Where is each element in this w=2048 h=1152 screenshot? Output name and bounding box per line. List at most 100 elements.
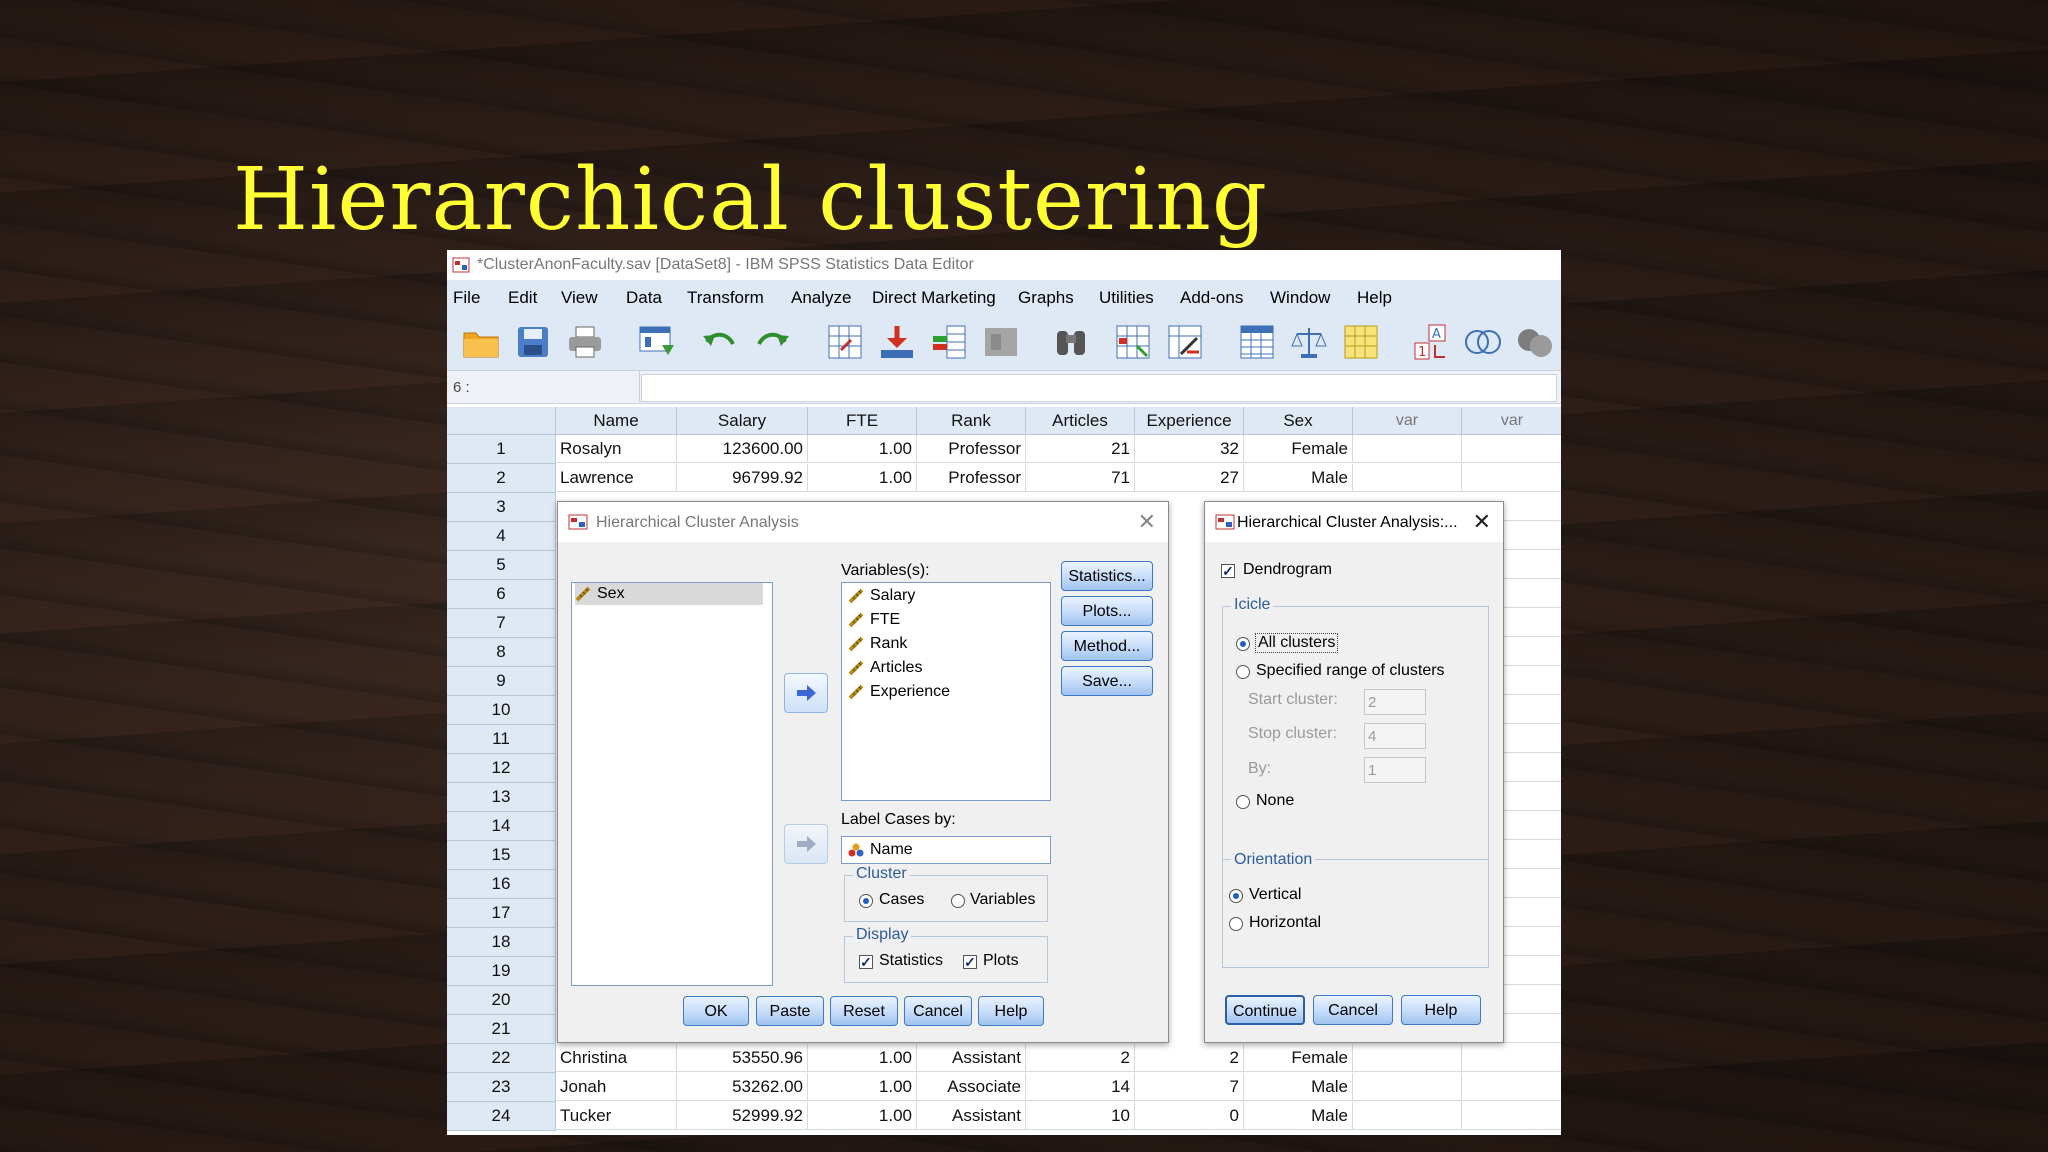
- table-cell[interactable]: 1.00: [808, 1102, 917, 1130]
- table-cell[interactable]: [1353, 464, 1462, 492]
- source-variable-list[interactable]: Sex: [571, 582, 773, 986]
- menu-view[interactable]: View: [561, 288, 598, 308]
- radio-all-clusters[interactable]: [1236, 637, 1250, 651]
- table-cell[interactable]: 32: [1135, 435, 1244, 463]
- column-header-name[interactable]: Name: [556, 407, 677, 435]
- list-item[interactable]: Name: [848, 839, 913, 861]
- table-cell[interactable]: 14: [1026, 1073, 1135, 1101]
- table-cell[interactable]: 1.00: [808, 1073, 917, 1101]
- table-cell[interactable]: 1.00: [808, 1044, 917, 1072]
- row-number[interactable]: 2: [447, 464, 556, 493]
- table-cell[interactable]: [1353, 1073, 1462, 1101]
- table-cell[interactable]: Female: [1244, 435, 1353, 463]
- row-number[interactable]: 5: [447, 551, 556, 580]
- row-number[interactable]: 6: [447, 580, 556, 609]
- undo-icon[interactable]: [699, 322, 739, 362]
- continue-button[interactable]: Continue: [1225, 995, 1305, 1025]
- find-icon[interactable]: [1051, 322, 1091, 362]
- column-header-salary[interactable]: Salary: [677, 407, 808, 435]
- row-number[interactable]: 18: [447, 928, 556, 957]
- table-cell[interactable]: [1462, 1073, 1561, 1101]
- table-cell[interactable]: Professor: [917, 464, 1026, 492]
- table-cell[interactable]: Associate: [917, 1073, 1026, 1101]
- cancel-button[interactable]: Cancel: [904, 996, 972, 1026]
- checkbox-plots[interactable]: ✓: [963, 955, 977, 969]
- table-cell[interactable]: [1353, 1044, 1462, 1072]
- row-number[interactable]: 23: [447, 1073, 556, 1102]
- cell-reference-box[interactable]: [447, 371, 640, 402]
- close-icon[interactable]: ✕: [1473, 509, 1491, 535]
- table-cell[interactable]: 7: [1135, 1073, 1244, 1101]
- table-cell[interactable]: Lawrence: [556, 464, 677, 492]
- table-cell[interactable]: 21: [1026, 435, 1135, 463]
- radio-specified-range[interactable]: [1236, 665, 1250, 679]
- table-cell[interactable]: [1353, 1102, 1462, 1130]
- column-header-experience[interactable]: Experience: [1135, 407, 1244, 435]
- table-cell[interactable]: [1462, 1102, 1561, 1130]
- reset-button[interactable]: Reset: [830, 996, 898, 1026]
- row-number[interactable]: 15: [447, 841, 556, 870]
- menu-add-ons[interactable]: Add-ons: [1180, 288, 1243, 308]
- by-input[interactable]: 1: [1364, 757, 1426, 783]
- column-header-var[interactable]: var: [1353, 407, 1462, 435]
- table-cell[interactable]: 123600.00: [677, 435, 808, 463]
- table-cell[interactable]: 53550.96: [677, 1044, 808, 1072]
- row-number[interactable]: 10: [447, 696, 556, 725]
- close-icon[interactable]: ✕: [1138, 509, 1156, 535]
- table-cell[interactable]: Rosalyn: [556, 435, 677, 463]
- table-cell[interactable]: 53262.00: [677, 1073, 808, 1101]
- cancel-button[interactable]: Cancel: [1313, 995, 1393, 1025]
- table-cell[interactable]: [1462, 464, 1561, 492]
- ok-button[interactable]: OK: [683, 996, 749, 1026]
- help-button[interactable]: Help: [1401, 995, 1481, 1025]
- table-cell[interactable]: Assistant: [917, 1044, 1026, 1072]
- plots-button[interactable]: Plots...: [1061, 596, 1153, 626]
- label-cases-field[interactable]: Name: [841, 836, 1051, 864]
- table-cell[interactable]: Christina: [556, 1044, 677, 1072]
- column-header-rank[interactable]: Rank: [917, 407, 1026, 435]
- radio-variables[interactable]: [951, 894, 965, 908]
- table-cell[interactable]: Female: [1244, 1044, 1353, 1072]
- row-number[interactable]: 12: [447, 754, 556, 783]
- table-cell[interactable]: 71: [1026, 464, 1135, 492]
- row-number[interactable]: 9: [447, 667, 556, 696]
- method-button[interactable]: Method...: [1061, 631, 1153, 661]
- paste-button[interactable]: Paste: [756, 996, 824, 1026]
- table-cell[interactable]: Male: [1244, 1073, 1353, 1101]
- show-all-icon[interactable]: [1515, 322, 1555, 362]
- save-button[interactable]: Save...: [1061, 666, 1153, 696]
- column-header-articles[interactable]: Articles: [1026, 407, 1135, 435]
- print-icon[interactable]: [565, 322, 605, 362]
- menu-file[interactable]: File: [453, 288, 480, 308]
- table-cell[interactable]: 10: [1026, 1102, 1135, 1130]
- list-item[interactable]: Salary: [848, 585, 915, 607]
- radio-vertical[interactable]: [1229, 889, 1243, 903]
- variables-icon[interactable]: [929, 322, 969, 362]
- goto-case-icon[interactable]: [825, 322, 865, 362]
- row-number[interactable]: 3: [447, 493, 556, 522]
- menu-edit[interactable]: Edit: [508, 288, 537, 308]
- help-button[interactable]: Help: [978, 996, 1044, 1026]
- table-cell[interactable]: Professor: [917, 435, 1026, 463]
- use-sets-icon[interactable]: [1463, 322, 1503, 362]
- statistics-button[interactable]: Statistics...: [1061, 561, 1153, 591]
- menu-help[interactable]: Help: [1357, 288, 1392, 308]
- column-header-fte[interactable]: FTE: [808, 407, 917, 435]
- table-cell[interactable]: Male: [1244, 1102, 1353, 1130]
- run-script-icon[interactable]: [981, 322, 1021, 362]
- dialog-recall-icon[interactable]: [637, 322, 677, 362]
- radio-none[interactable]: [1236, 795, 1250, 809]
- list-item[interactable]: Articles: [848, 657, 922, 679]
- table-cell[interactable]: 52999.92: [677, 1102, 808, 1130]
- table-cell[interactable]: 96799.92: [677, 464, 808, 492]
- table-cell[interactable]: Jonah: [556, 1073, 677, 1101]
- list-item[interactable]: FTE: [848, 609, 900, 631]
- row-number[interactable]: 11: [447, 725, 556, 754]
- table-cell[interactable]: 0: [1135, 1102, 1244, 1130]
- open-folder-icon[interactable]: [461, 322, 501, 362]
- table-cell[interactable]: 1.00: [808, 464, 917, 492]
- table-cell[interactable]: Male: [1244, 464, 1353, 492]
- menu-graphs[interactable]: Graphs: [1018, 288, 1074, 308]
- row-number[interactable]: 22: [447, 1044, 556, 1073]
- row-number[interactable]: 7: [447, 609, 556, 638]
